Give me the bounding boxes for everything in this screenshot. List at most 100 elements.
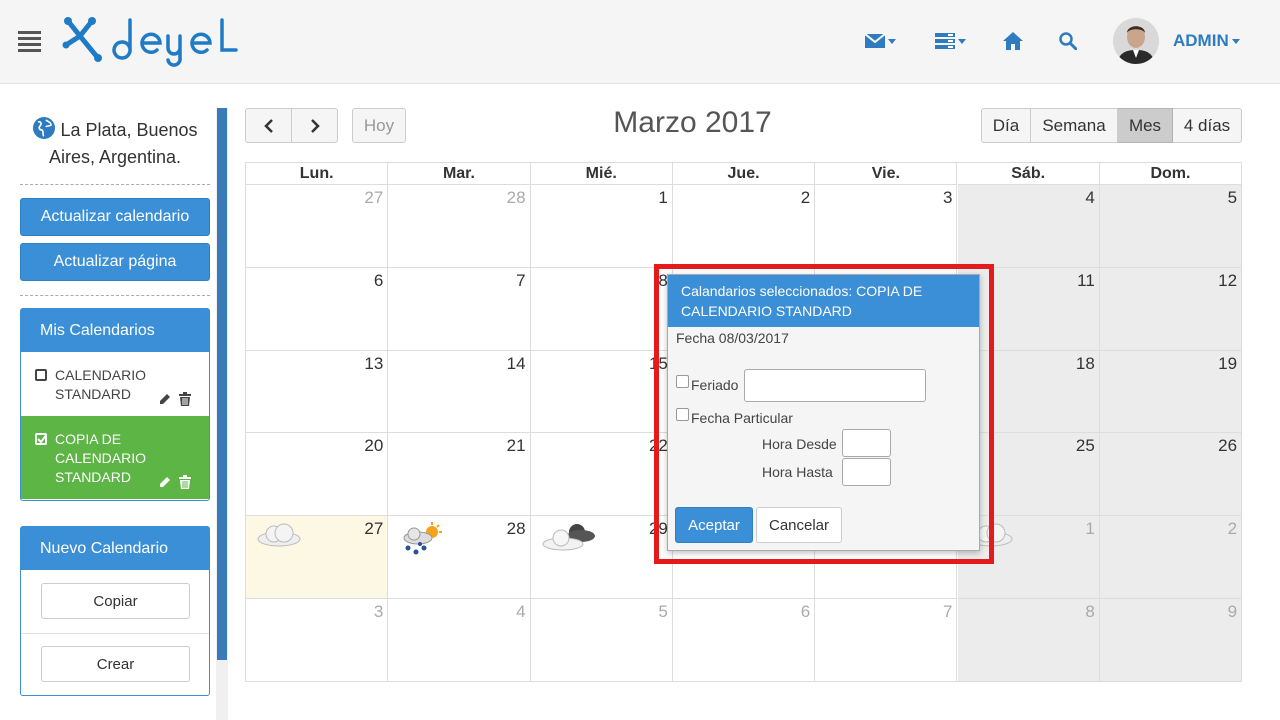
search-icon[interactable]	[1059, 26, 1077, 56]
menu-icon[interactable]	[18, 31, 41, 52]
day-number: 26	[1218, 436, 1238, 456]
view-buttons: Día Semana Mes 4 días	[981, 108, 1242, 143]
day-cell[interactable]: 26	[1099, 433, 1243, 517]
checkbox[interactable]	[35, 369, 47, 381]
from-time-label: Hora Desde	[762, 436, 837, 452]
location-text: La Plata, Buenos Aires, Argentina.	[48, 120, 198, 167]
day-number: 28	[506, 188, 526, 207]
edit-icon[interactable]	[158, 475, 172, 489]
home-icon[interactable]	[1003, 26, 1023, 56]
calendar-item-active[interactable]: COPIA DE CALENDARIO STANDARD	[21, 416, 209, 499]
today-group: Hoy	[352, 108, 406, 143]
day-cell[interactable]: 5	[1099, 185, 1243, 268]
view-day-button[interactable]: Día	[981, 108, 1031, 143]
day-cell[interactable]: 2	[672, 185, 816, 268]
day-cell[interactable]: 27	[246, 185, 389, 268]
day-number: 4	[1085, 188, 1095, 207]
day-cell[interactable]: 15	[530, 350, 673, 434]
new-calendar-title: Nuevo Calendario	[21, 527, 209, 570]
day-cell[interactable]: 3	[815, 185, 958, 268]
divider	[21, 633, 209, 634]
view-month-button[interactable]: Mes	[1118, 108, 1173, 143]
day-cell[interactable]: 14	[388, 350, 531, 434]
day-number: 21	[506, 436, 526, 456]
day-number: 19	[1218, 353, 1238, 373]
checkbox-checked[interactable]	[35, 433, 47, 445]
to-time-input[interactable]	[842, 458, 891, 486]
my-calendars-panel: Mis Calendarios CALENDARIO STANDARD COPI…	[20, 308, 210, 501]
day-number: 25	[1075, 436, 1095, 456]
day-cell[interactable]: 21	[388, 433, 531, 517]
day-cell[interactable]: 28	[388, 185, 531, 268]
day-cell[interactable]: 22	[530, 433, 673, 517]
holiday-label: Feriado	[691, 377, 739, 393]
trash-icon[interactable]	[178, 475, 192, 489]
day-number: 6	[800, 602, 811, 621]
refresh-calendar-button[interactable]: Actualizar calendario	[20, 198, 210, 236]
day-number: 5	[658, 602, 668, 621]
prev-button[interactable]	[245, 108, 292, 143]
particular-date-checkbox[interactable]	[676, 408, 689, 421]
day-cell[interactable]: 13	[246, 350, 389, 434]
day-cell[interactable]: 20	[246, 433, 389, 517]
day-number: 18	[1075, 353, 1095, 373]
mail-icon[interactable]	[865, 26, 896, 56]
user-name: ADMIN	[1173, 31, 1229, 50]
day-cell[interactable]: 6	[246, 267, 389, 351]
chevron-down-icon	[888, 38, 896, 44]
weekday-header: Jue.	[672, 163, 816, 185]
day-number: 3	[943, 188, 953, 207]
refresh-page-button[interactable]: Actualizar página	[20, 243, 210, 281]
calendar-item[interactable]: CALENDARIO STANDARD	[21, 352, 209, 416]
day-number: 28	[506, 519, 526, 539]
next-button[interactable]	[292, 108, 338, 143]
day-cell[interactable]: 6	[672, 599, 816, 682]
weekday-header: Lun.	[246, 163, 389, 185]
day-cell[interactable]: 1	[530, 185, 673, 268]
day-cell[interactable]: 9	[1099, 599, 1243, 682]
tasks-icon[interactable]	[935, 26, 966, 56]
weather-icon	[398, 522, 444, 563]
day-cell[interactable]: 4	[388, 599, 531, 682]
weekday-header: Vie.	[815, 163, 958, 185]
day-cell[interactable]: 28	[388, 516, 531, 599]
dialog-date: Fecha 08/03/2017	[676, 330, 789, 346]
trash-icon[interactable]	[178, 392, 192, 406]
holiday-checkbox[interactable]	[676, 375, 689, 388]
chevron-left-icon	[263, 118, 273, 133]
weekday-header: Dom.	[1099, 163, 1243, 185]
day-number: 4	[516, 602, 526, 621]
from-time-input[interactable]	[842, 429, 891, 457]
today-button[interactable]: Hoy	[352, 108, 406, 143]
nav-buttons	[245, 108, 338, 143]
cancel-button[interactable]: Cancelar	[756, 507, 842, 543]
copy-button[interactable]: Copiar	[41, 583, 190, 619]
view-4days-button[interactable]: 4 días	[1173, 108, 1242, 143]
scrollbar-thumb[interactable]	[217, 108, 227, 660]
holiday-input[interactable]	[744, 369, 926, 402]
user-menu[interactable]: ADMIN	[1173, 31, 1240, 51]
view-week-button[interactable]: Semana	[1031, 108, 1118, 143]
day-cell[interactable]: 19	[1099, 350, 1243, 434]
edit-icon[interactable]	[158, 392, 172, 406]
day-number: 2	[800, 188, 811, 207]
day-number: 27	[364, 188, 384, 207]
deyel-logo[interactable]	[60, 12, 292, 68]
day-cell[interactable]: 8	[957, 599, 1100, 682]
day-cell[interactable]: 8	[530, 267, 673, 351]
day-cell[interactable]: 29	[530, 516, 673, 599]
day-cell[interactable]: 3	[246, 599, 389, 682]
day-cell[interactable]: 7	[815, 599, 958, 682]
day-number: 1	[1085, 519, 1095, 539]
day-cell[interactable]: 12	[1099, 267, 1243, 351]
day-cell[interactable]: 2	[1099, 516, 1243, 599]
day-cell[interactable]: 27	[246, 516, 389, 599]
day-cell[interactable]: 4	[957, 185, 1100, 268]
day-cell[interactable]: 5	[530, 599, 673, 682]
accept-button[interactable]: Aceptar	[675, 507, 753, 543]
day-number: 3	[373, 602, 384, 621]
day-cell[interactable]: 7	[388, 267, 531, 351]
avatar[interactable]	[1113, 18, 1159, 64]
dialog-title: Calandarios seleccionados: COPIA DE CALE…	[668, 275, 979, 327]
create-button[interactable]: Crear	[41, 646, 190, 682]
